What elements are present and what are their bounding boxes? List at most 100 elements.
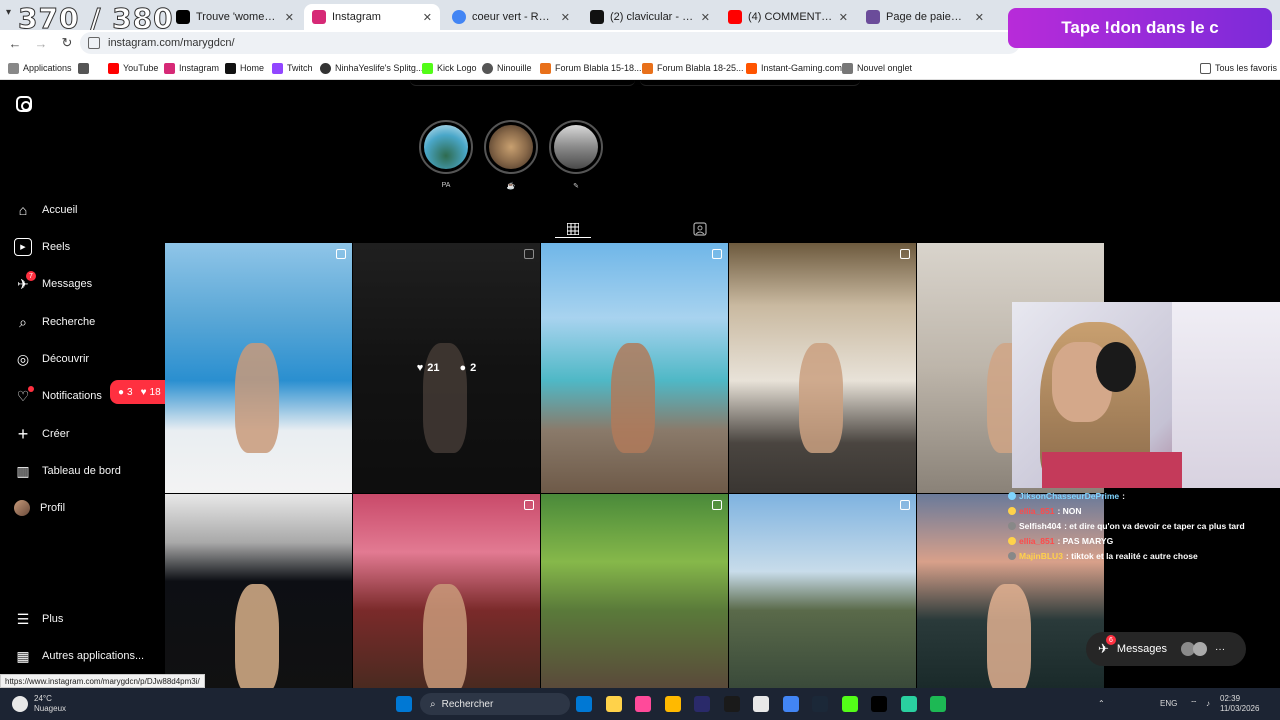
post-thumbnail[interactable] [165,243,352,493]
tab-close-icon[interactable]: ✕ [423,11,432,24]
post-thumbnail[interactable] [541,243,728,493]
sidebar-item-other-apps[interactable]: ▦ Autres applications... [14,644,144,668]
volume-icon[interactable]: ♪ [1206,699,1210,709]
tab-posts-grid[interactable] [555,220,591,238]
tab-2-active[interactable]: Instagram ✕ [304,4,440,30]
all-bookmarks[interactable]: Tous les favoris [1200,60,1277,76]
avatar [14,500,30,516]
sidebar-item-search[interactable]: ⌕ Recherche [14,310,95,334]
bookmark-kick[interactable]: Kick Logo [422,60,477,76]
tab-5[interactable]: (4) COMMENT GLOW UP ✕ [720,4,856,30]
bookmark-instagram[interactable]: Instagram [164,60,219,76]
bookmark-tab-groups[interactable] [78,60,89,76]
language-indicator[interactable]: ENG [1160,699,1177,709]
taskbar-app-icon[interactable] [871,696,887,712]
show-hidden-icons[interactable]: ⌃ [1098,699,1105,709]
weather-icon[interactable] [12,696,28,712]
taskbar-app-icon[interactable] [664,696,681,712]
tab-close-icon[interactable]: ✕ [839,11,848,24]
tab-4[interactable]: (2) clavicular - Recherche ✕ [582,4,718,30]
messenger-icon: ✈ 6 [1098,635,1116,657]
webcam-shirt [1042,452,1182,488]
comments-value: 3 [127,386,133,398]
taskbar-search[interactable]: ⌕ Rechercher [420,693,570,715]
bookmark-apps[interactable]: Applications [8,60,72,76]
tab-close-icon[interactable]: ✕ [561,11,570,24]
taskbar-app-icon[interactable] [782,696,799,712]
post-thumbnail[interactable] [541,494,728,688]
windows-start-icon[interactable] [396,696,412,712]
sidebar-label: Plus [42,613,64,625]
sidebar-item-profile[interactable]: Profil [14,496,65,520]
sidebar-label: Accueil [42,204,78,216]
story-highlight[interactable]: ☕ [484,120,538,190]
post-thumbnail[interactable] [729,494,916,688]
link-status-bar: https://www.instagram.com/marygdcn/p/DJw… [0,674,205,688]
story-highlight[interactable]: ✎ [549,120,603,190]
back-arrow-icon[interactable]: ← [4,32,26,54]
post-thumbnail[interactable] [729,243,916,493]
webcam-background-shape [1172,302,1280,488]
bookmark-instant-gaming[interactable]: Instant-Gaming.com [746,60,842,76]
bookmark-new-tab[interactable]: Nouvel onglet [842,60,912,76]
post-thumbnail[interactable]: ♥ 21 ● 2 [353,243,540,493]
highlight-cover [554,125,598,169]
bookmark-forum-18-25[interactable]: Forum Blabla 18-25... [642,60,744,76]
sidebar-item-dashboard[interactable]: ▥ Tableau de bord [14,459,121,483]
taskbar-app-icon[interactable] [576,696,592,712]
clock-date[interactable]: 11/03/2026 [1220,704,1259,714]
bookmark-home[interactable]: Home [225,60,264,76]
post-thumbnail[interactable] [353,494,540,688]
reels-icon: ▶ [14,238,32,256]
globe-icon [482,62,493,74]
clock-time[interactable]: 02:39 [1220,694,1240,704]
sidebar-label: Recherche [42,316,96,328]
sidebar-item-messages[interactable]: ✈ 7 Messages [14,271,92,296]
taskbar-app-icon[interactable] [900,696,917,712]
sidebar-item-more[interactable]: ☰ Plus [14,607,64,631]
messages-dock[interactable]: ✈ 6 Messages ··· [1086,632,1246,666]
tab-close-icon[interactable]: ✕ [285,11,294,24]
tab-label: Page de paiement | Hug [886,11,969,23]
taskbar-app-icon[interactable] [723,696,740,712]
reload-icon[interactable]: ↻ [56,32,78,54]
streamer-webcam [1012,302,1280,488]
sidebar-item-notifications[interactable]: ♡ Notifications [14,384,102,408]
tab-1[interactable]: Trouve 'women 60 years ✕ [168,4,302,30]
bookmark-splitgate[interactable]: NinhaYeslife's Splitg... [320,60,423,76]
tab-6[interactable]: Page de paiement | Hug ✕ [858,4,992,30]
tab-favicon-icon [312,10,326,24]
tab-groups-icon [78,62,89,74]
sidebar-item-create[interactable]: + Créer [14,422,70,446]
instagram-logo-icon[interactable] [16,96,32,112]
forward-arrow-icon[interactable]: → [30,32,52,54]
sidebar-item-explore[interactable]: ◎ Découvrir [14,347,89,371]
taskbar-app-icon[interactable] [930,696,946,712]
post-person [799,343,843,453]
post-thumbnail[interactable] [165,494,352,688]
story-highlight[interactable]: PA [419,120,473,189]
taskbar-app-icon[interactable] [841,696,858,712]
address-bar[interactable]: instagram.com/marygdcn/ [80,32,1020,54]
taskbar-app-icon[interactable] [635,696,651,712]
taskbar-app-icon[interactable] [753,696,769,712]
post-person [987,584,1031,688]
bookmark-ninouille[interactable]: Ninouille [482,60,532,76]
sidebar-item-reels[interactable]: ▶ Reels [14,235,70,259]
tab-close-icon[interactable]: ✕ [975,11,984,24]
site-info-icon[interactable] [88,37,100,49]
weather-temp: 24°C [34,694,52,703]
highlight-ring [484,120,538,174]
tab-3[interactable]: coeur vert - Recherche G ✕ [444,4,578,30]
bookmark-forum-15-18[interactable]: Forum Blabla 15-18... [540,60,642,76]
bookmark-youtube[interactable]: YouTube [108,60,158,76]
taskbar-app-icon[interactable] [694,696,710,712]
taskbar-app-icon[interactable] [605,696,622,712]
hamburger-menu-icon: ☰ [16,610,30,627]
sidebar-item-home[interactable]: ⌂ Accueil [14,198,78,222]
taskbar-app-icon[interactable] [812,696,828,712]
wifi-icon[interactable]: ⌔ [1190,699,1198,709]
tab-close-icon[interactable]: ✕ [701,11,710,24]
bookmark-twitch[interactable]: Twitch [272,60,313,76]
tab-tagged[interactable] [686,220,714,238]
